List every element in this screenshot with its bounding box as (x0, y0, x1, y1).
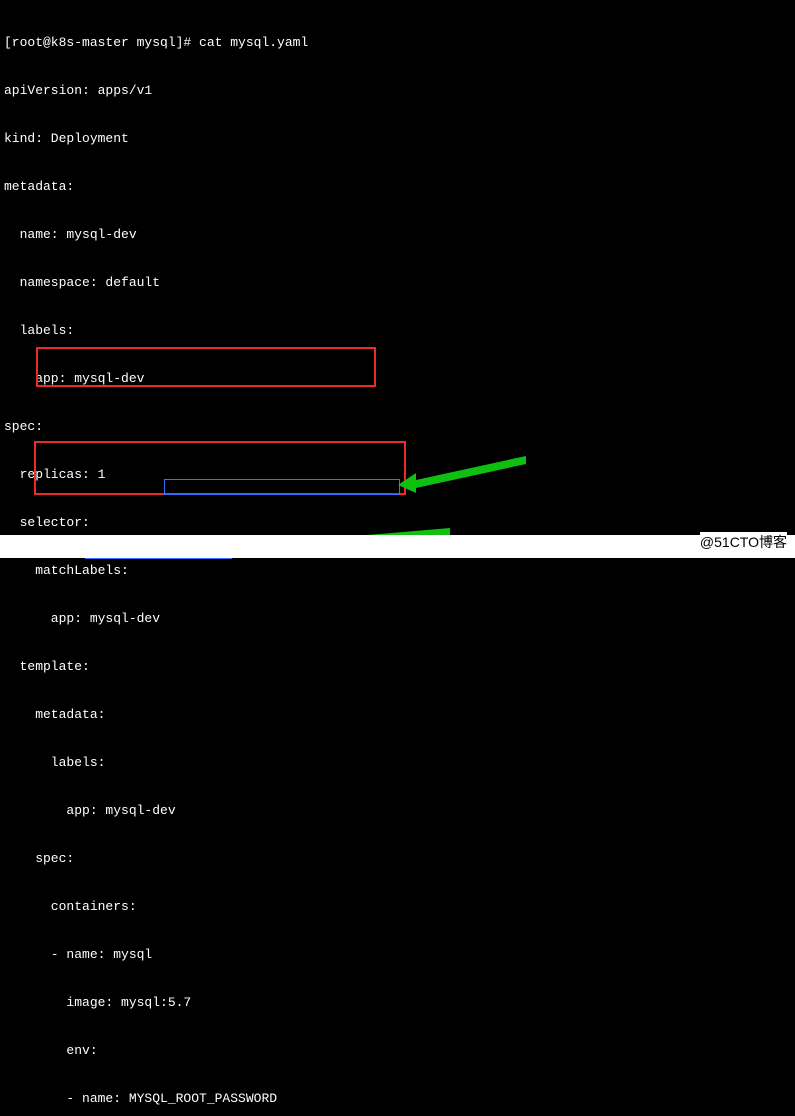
command-text: cat mysql.yaml (199, 35, 308, 50)
yaml-line: spec: (4, 851, 791, 867)
yaml-line: containers: (4, 899, 791, 915)
yaml-line: replicas: 1 (4, 467, 791, 483)
yaml-line: template: (4, 659, 791, 675)
yaml-line: app: mysql-dev (4, 803, 791, 819)
yaml-line: metadata: (4, 179, 791, 195)
yaml-line: namespace: default (4, 275, 791, 291)
shell-prompt: [root@k8s-master mysql]# (4, 35, 199, 50)
yaml-line: spec: (4, 419, 791, 435)
yaml-line: app: mysql-dev (4, 371, 791, 387)
yaml-line: labels: (4, 755, 791, 771)
yaml-line: selector: (4, 515, 791, 531)
yaml-line: labels: (4, 323, 791, 339)
yaml-line: metadata: (4, 707, 791, 723)
yaml-line: apiVersion: apps/v1 (4, 83, 791, 99)
yaml-line: kind: Deployment (4, 131, 791, 147)
watermark-text: @51CTO博客 (700, 532, 787, 552)
yaml-line: env: (4, 1043, 791, 1059)
yaml-line: - name: mysql (4, 947, 791, 963)
yaml-line: image: mysql:5.7 (4, 995, 791, 1011)
footer-strip (0, 535, 795, 558)
terminal-window[interactable]: [root@k8s-master mysql]# cat mysql.yaml … (0, 0, 795, 1116)
prompt-line-1[interactable]: [root@k8s-master mysql]# cat mysql.yaml (4, 35, 791, 51)
yaml-line: matchLabels: (4, 563, 791, 579)
yaml-line: name: mysql-dev (4, 227, 791, 243)
yaml-line: - name: MYSQL_ROOT_PASSWORD (4, 1091, 791, 1107)
yaml-line: app: mysql-dev (4, 611, 791, 627)
